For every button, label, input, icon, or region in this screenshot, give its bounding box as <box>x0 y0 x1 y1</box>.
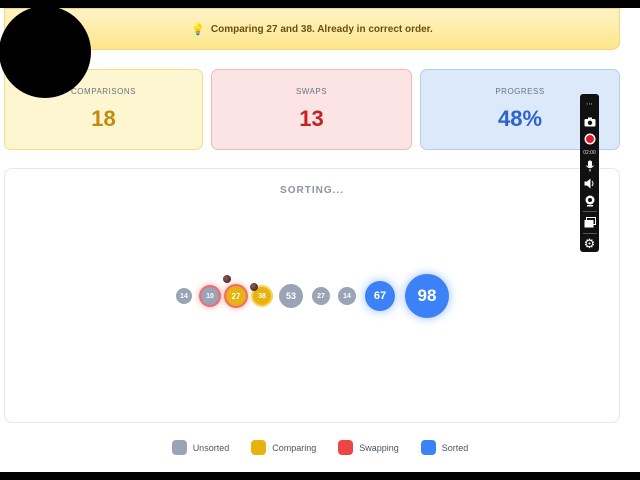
speaker-icon[interactable] <box>582 176 597 191</box>
toolbar-divider <box>582 211 597 213</box>
record-icon[interactable] <box>582 132 597 147</box>
swaps-label: SWAPS <box>295 87 328 96</box>
progress-label: PROGRESS <box>495 87 545 96</box>
legend: Unsorted Comparing Swapping Sorted <box>0 440 640 455</box>
grip-icon[interactable]: ⋯ <box>582 97 597 112</box>
screen-recorder-toolbar: ⋯ 02:00 ⚙ <box>580 94 599 252</box>
microphone-icon[interactable] <box>582 159 597 174</box>
gear-icon[interactable]: ⚙ <box>582 236 597 252</box>
legend-swatch <box>251 440 267 455</box>
bubble-67: 67 <box>365 281 395 311</box>
legend-label: Sorted <box>441 442 469 453</box>
sorting-stage: SORTING... 14 10 27 38 53 27 14 67 98 <box>4 168 620 423</box>
occluding-blob <box>0 6 91 98</box>
recording-timer: 02:00 <box>583 149 596 156</box>
progress-value: 48% <box>497 106 543 131</box>
camera-icon[interactable] <box>582 115 597 130</box>
legend-comparing: Comparing <box>251 440 316 455</box>
comparisons-value: 18 <box>91 106 116 131</box>
comparisons-label: COMPARISONS <box>71 87 136 96</box>
legend-swatch <box>420 440 436 455</box>
legend-swatch <box>338 440 354 455</box>
legend-swatch <box>171 440 187 455</box>
status-message: Comparing 27 and 38. Already in correct … <box>210 23 433 35</box>
page: 💡 Comparing 27 and 38. Already in correc… <box>0 8 640 472</box>
toolbar-divider <box>582 233 597 234</box>
screen-select-icon[interactable] <box>582 215 597 230</box>
lightbulb-icon: 💡 <box>191 23 205 36</box>
comparison-marker <box>223 275 231 283</box>
bubble-10: 10 <box>201 287 219 305</box>
legend-label: Unsorted <box>192 442 230 453</box>
legend-label: Swapping <box>359 442 399 453</box>
legend-sorted: Sorted <box>420 440 469 455</box>
bubble-98: 98 <box>405 274 449 318</box>
swaps-card: SWAPS 13 <box>211 69 412 150</box>
legend-swapping: Swapping <box>338 440 399 455</box>
bubble-14: 14 <box>338 287 356 305</box>
webcam-icon[interactable] <box>582 194 597 209</box>
legend-label: Comparing <box>272 442 317 453</box>
stage-title: SORTING... <box>280 185 344 196</box>
swaps-value: 13 <box>299 106 324 131</box>
bubble-14: 14 <box>176 288 192 304</box>
status-banner: 💡 Comparing 27 and 38. Already in correc… <box>4 8 620 50</box>
bubble-27: 27 <box>226 286 246 306</box>
bubble-53: 53 <box>279 284 303 308</box>
bubble-27: 27 <box>312 287 330 305</box>
legend-unsorted: Unsorted <box>171 440 230 455</box>
comparison-marker <box>250 283 258 291</box>
